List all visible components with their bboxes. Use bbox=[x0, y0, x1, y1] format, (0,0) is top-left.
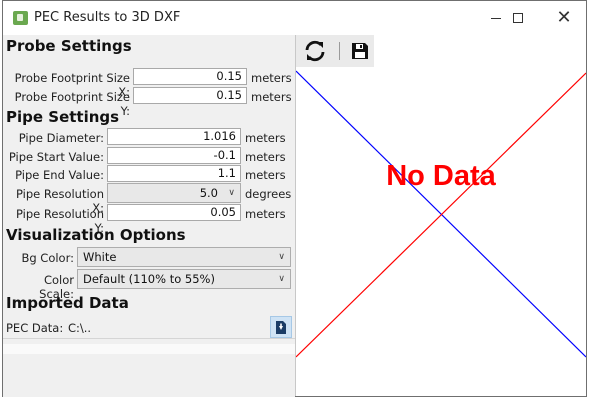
close-button[interactable]: ✕ bbox=[541, 1, 587, 35]
viewer-canvas bbox=[296, 70, 586, 358]
log-scroll-region[interactable] bbox=[3, 344, 295, 354]
visualization-heading: Visualization Options bbox=[6, 226, 186, 244]
import-file-icon bbox=[276, 320, 286, 334]
bg-color-label: Bg Color: bbox=[21, 251, 74, 265]
bg-color-value: White bbox=[83, 250, 117, 264]
pipe-diameter-input[interactable]: 1.016 bbox=[107, 128, 241, 145]
color-scale-select[interactable]: Default (110% to 55%) ∨ bbox=[77, 269, 291, 289]
pipe-resolution-y-input[interactable]: 0.05 bbox=[107, 204, 241, 221]
probe-footprint-x-unit: meters bbox=[251, 71, 292, 85]
window-title: PEC Results to 3D DXF bbox=[34, 10, 181, 25]
maximize-icon bbox=[513, 13, 523, 23]
chevron-down-icon: ∨ bbox=[228, 188, 235, 198]
refresh-button[interactable] bbox=[301, 37, 329, 65]
chevron-down-icon: ∨ bbox=[278, 274, 285, 284]
maximize-button[interactable] bbox=[495, 1, 541, 35]
pipe-diameter-unit: meters bbox=[245, 131, 286, 145]
import-file-button[interactable] bbox=[270, 316, 292, 338]
app-icon bbox=[13, 11, 28, 25]
no-data-message: No Data bbox=[386, 160, 496, 192]
pipe-end-label: Pipe End Value: bbox=[15, 168, 104, 182]
save-icon bbox=[352, 43, 368, 59]
pipe-start-label: Pipe Start Value: bbox=[8, 150, 104, 164]
main-window: PEC Results to 3D DXF ✕ Probe Settings P… bbox=[2, 0, 587, 397]
chevron-down-icon: ∨ bbox=[278, 252, 285, 262]
pec-data-label: PEC Data: bbox=[6, 321, 64, 335]
bg-color-select[interactable]: White ∨ bbox=[77, 247, 291, 267]
pipe-resolution-y-unit: meters bbox=[245, 207, 286, 221]
pipe-resolution-x-unit: degrees bbox=[245, 187, 292, 201]
pipe-start-input[interactable]: -0.1 bbox=[107, 147, 241, 164]
close-icon: ✕ bbox=[556, 7, 572, 28]
probe-settings-heading: Probe Settings bbox=[6, 37, 132, 55]
probe-footprint-x-input[interactable]: 0.15 bbox=[133, 68, 247, 85]
pipe-start-unit: meters bbox=[245, 150, 286, 164]
pipe-end-unit: meters bbox=[245, 168, 286, 182]
viewer-toolbar bbox=[296, 35, 374, 67]
viewer-panel[interactable]: No Data bbox=[296, 35, 586, 396]
pipe-end-input[interactable]: 1.1 bbox=[107, 165, 241, 182]
pipe-resolution-x-value: 5.0 bbox=[199, 186, 218, 200]
log-area bbox=[3, 338, 295, 397]
save-button[interactable] bbox=[346, 37, 374, 65]
imported-data-heading: Imported Data bbox=[6, 294, 129, 312]
refresh-icon bbox=[305, 40, 325, 62]
settings-panel: Probe Settings Probe Footprint Size X: 0… bbox=[3, 35, 295, 397]
pipe-diameter-label: Pipe Diameter: bbox=[18, 131, 104, 145]
probe-footprint-y-input[interactable]: 0.15 bbox=[133, 87, 247, 104]
pipe-settings-heading: Pipe Settings bbox=[6, 108, 120, 126]
pec-data-path: C:\.. bbox=[68, 321, 92, 335]
toolbar-separator bbox=[339, 42, 340, 60]
title-bar[interactable]: PEC Results to 3D DXF ✕ bbox=[3, 1, 586, 35]
color-scale-value: Default (110% to 55%) bbox=[83, 272, 215, 286]
pipe-resolution-x-select[interactable]: 5.0 ∨ bbox=[107, 183, 241, 203]
probe-footprint-y-unit: meters bbox=[251, 90, 292, 104]
